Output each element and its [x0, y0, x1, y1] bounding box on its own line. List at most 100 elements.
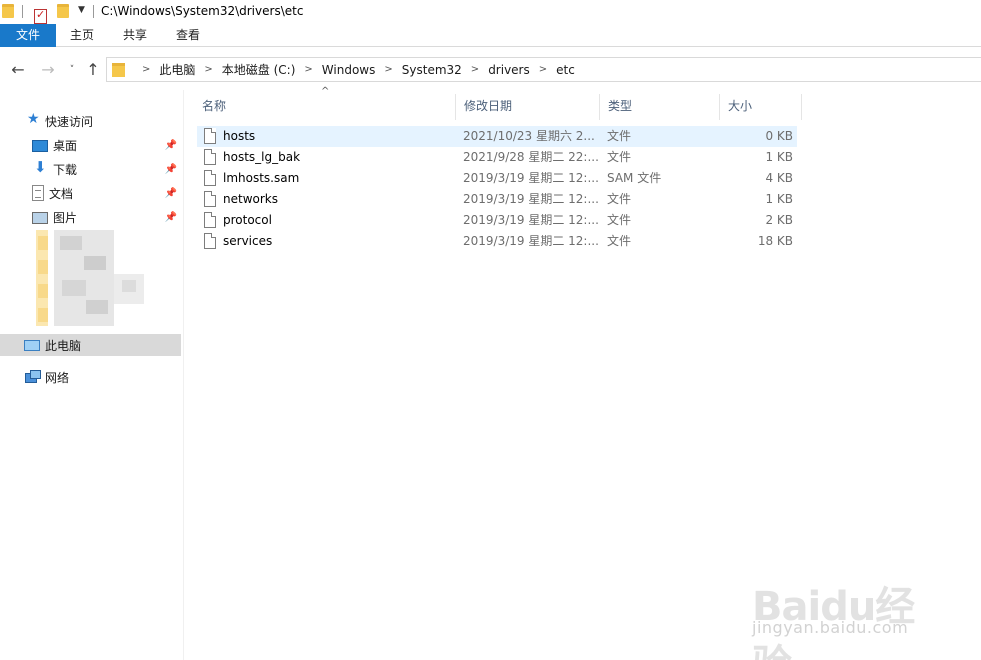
nav-item-documents[interactable]: 文档 📌	[0, 182, 181, 204]
tab-share[interactable]: 共享	[114, 24, 156, 47]
desktop-icon	[32, 140, 48, 152]
documents-icon	[32, 185, 44, 201]
baidu-watermark: Baidu经验 jingyan.baidu.com	[752, 566, 932, 660]
pictures-icon	[32, 212, 48, 224]
tab-home[interactable]: 主页	[62, 24, 102, 47]
file-type: SAM 文件	[607, 171, 662, 185]
file-row-hosts[interactable]: hosts 2021/10/23 星期六 2... 文件 0 KB	[197, 126, 797, 147]
file-icon	[204, 191, 216, 207]
pin-icon[interactable]: 📌	[165, 188, 177, 199]
file-name: networks	[223, 192, 278, 206]
navigation-pane: 快速访问 桌面 📌 下载 📌 文档 📌 图片 📌 此电脑	[0, 90, 183, 660]
breadcrumb: > 此电脑 > 本地磁盘 (C:) > Windows > System32 >…	[133, 58, 575, 81]
new-folder-icon[interactable]	[57, 4, 69, 18]
file-date: 2019/3/19 星期二 12:...	[463, 171, 599, 185]
chevron-right-icon[interactable]: >	[142, 64, 150, 75]
network-icon	[24, 369, 41, 385]
file-icon	[204, 149, 216, 165]
window-title: C:\Windows\System32\drivers\etc	[101, 4, 304, 18]
nav-item-network[interactable]: 网络	[0, 366, 181, 388]
file-name: hosts	[223, 129, 256, 143]
breadcrumb-drivers[interactable]: drivers	[488, 63, 530, 77]
nav-label: 图片	[53, 210, 78, 225]
tab-file[interactable]: 文件	[0, 24, 56, 47]
pin-icon[interactable]: 📌	[165, 140, 177, 151]
column-header-name[interactable]: 名称	[194, 94, 456, 120]
file-type: 文件	[607, 213, 632, 227]
breadcrumb-local-disk[interactable]: 本地磁盘 (C:)	[222, 61, 296, 78]
file-name: hosts_lg_bak	[223, 150, 301, 164]
chevron-right-icon[interactable]: >	[204, 64, 212, 75]
chevron-right-icon[interactable]: >	[384, 64, 392, 75]
nav-label: 此电脑	[45, 338, 82, 353]
title-separator	[22, 5, 23, 18]
file-size: 2 KB	[765, 213, 793, 227]
up-arrow-icon[interactable]: ↑	[83, 60, 103, 80]
file-type: 文件	[607, 150, 632, 164]
nav-item-pictures[interactable]: 图片 📌	[0, 206, 181, 228]
folder-icon[interactable]	[2, 4, 14, 18]
file-icon	[204, 233, 216, 249]
file-icon	[204, 128, 216, 144]
file-row-networks[interactable]: networks 2019/3/19 星期二 12:... 文件 1 KB	[197, 189, 797, 210]
breadcrumb-system32[interactable]: System32	[402, 63, 462, 77]
download-icon	[32, 158, 48, 177]
recent-locations-chevron-icon[interactable]: ˅	[62, 60, 82, 80]
pin-icon[interactable]: 📌	[165, 164, 177, 175]
file-date: 2019/3/19 星期二 12:...	[463, 192, 599, 206]
file-size: 1 KB	[765, 150, 793, 164]
file-name: services	[223, 234, 273, 248]
tab-view[interactable]: 查看	[167, 24, 209, 47]
file-size: 18 KB	[757, 234, 793, 248]
address-bar[interactable]: > 此电脑 > 本地磁盘 (C:) > Windows > System32 >…	[106, 57, 981, 82]
breadcrumb-windows[interactable]: Windows	[322, 63, 376, 77]
column-header-type[interactable]: 类型	[600, 94, 720, 120]
watermark-url: jingyan.baidu.com	[752, 618, 909, 637]
star-icon	[26, 111, 42, 129]
back-arrow-icon[interactable]: ←	[8, 60, 28, 80]
pin-icon[interactable]: 📌	[165, 212, 177, 223]
pane-divider[interactable]	[183, 90, 184, 660]
chevron-right-icon[interactable]: >	[471, 64, 479, 75]
nav-label: 文档	[49, 186, 74, 201]
navigation-bar: ← → ˅ ↑ > 此电脑 > 本地磁盘 (C:) > Windows > Sy…	[0, 50, 981, 90]
nav-label: 快速访问	[45, 114, 94, 129]
file-name: protocol	[223, 213, 272, 227]
column-header-date[interactable]: 修改日期	[456, 94, 600, 120]
file-row-services[interactable]: services 2019/3/19 星期二 12:... 文件 18 KB	[197, 231, 797, 252]
nav-label: 网络	[45, 370, 70, 385]
column-header-size[interactable]: 大小	[720, 94, 802, 120]
file-row-protocol[interactable]: protocol 2019/3/19 星期二 12:... 文件 2 KB	[197, 210, 797, 231]
chevron-right-icon[interactable]: >	[304, 64, 312, 75]
nav-quick-access[interactable]: 快速访问	[0, 110, 181, 132]
file-date: 2019/3/19 星期二 12:...	[463, 213, 599, 227]
quick-access-dropdown-icon[interactable]: ▼	[78, 5, 85, 15]
ribbon-tabs: 文件 主页 共享 查看	[0, 24, 981, 47]
file-size: 0 KB	[765, 129, 793, 143]
properties-icon[interactable]	[34, 8, 47, 24]
watermark-brand: Baidu经验	[752, 584, 915, 660]
file-row-lmhosts-sam[interactable]: lmhosts.sam 2019/3/19 星期二 12:... SAM 文件 …	[197, 168, 797, 189]
file-date: 2021/10/23 星期六 2...	[463, 129, 595, 143]
file-icon	[204, 170, 216, 186]
forward-arrow-icon[interactable]: →	[38, 60, 58, 80]
blurred-items	[24, 230, 146, 326]
chevron-right-icon[interactable]: >	[539, 64, 547, 75]
nav-item-this-pc[interactable]: 此电脑	[0, 334, 181, 356]
file-row-hosts-lg-bak[interactable]: hosts_lg_bak 2021/9/28 星期二 22:... 文件 1 K…	[197, 147, 797, 168]
nav-label: 桌面	[53, 138, 78, 153]
file-type: 文件	[607, 192, 632, 206]
file-date: 2019/3/19 星期二 12:...	[463, 234, 599, 248]
nav-item-desktop[interactable]: 桌面 📌	[0, 134, 181, 156]
breadcrumb-this-pc[interactable]: 此电脑	[159, 61, 195, 78]
column-headers: ^ 名称 修改日期 类型 大小	[194, 86, 802, 120]
breadcrumb-etc[interactable]: etc	[556, 63, 575, 77]
title-separator	[93, 5, 94, 18]
file-date: 2021/9/28 星期二 22:...	[463, 150, 599, 164]
nav-item-downloads[interactable]: 下载 📌	[0, 158, 181, 180]
folder-icon	[112, 63, 125, 77]
file-type: 文件	[607, 129, 632, 143]
file-icon	[204, 212, 216, 228]
file-size: 4 KB	[765, 171, 793, 185]
nav-label: 下载	[53, 162, 78, 177]
